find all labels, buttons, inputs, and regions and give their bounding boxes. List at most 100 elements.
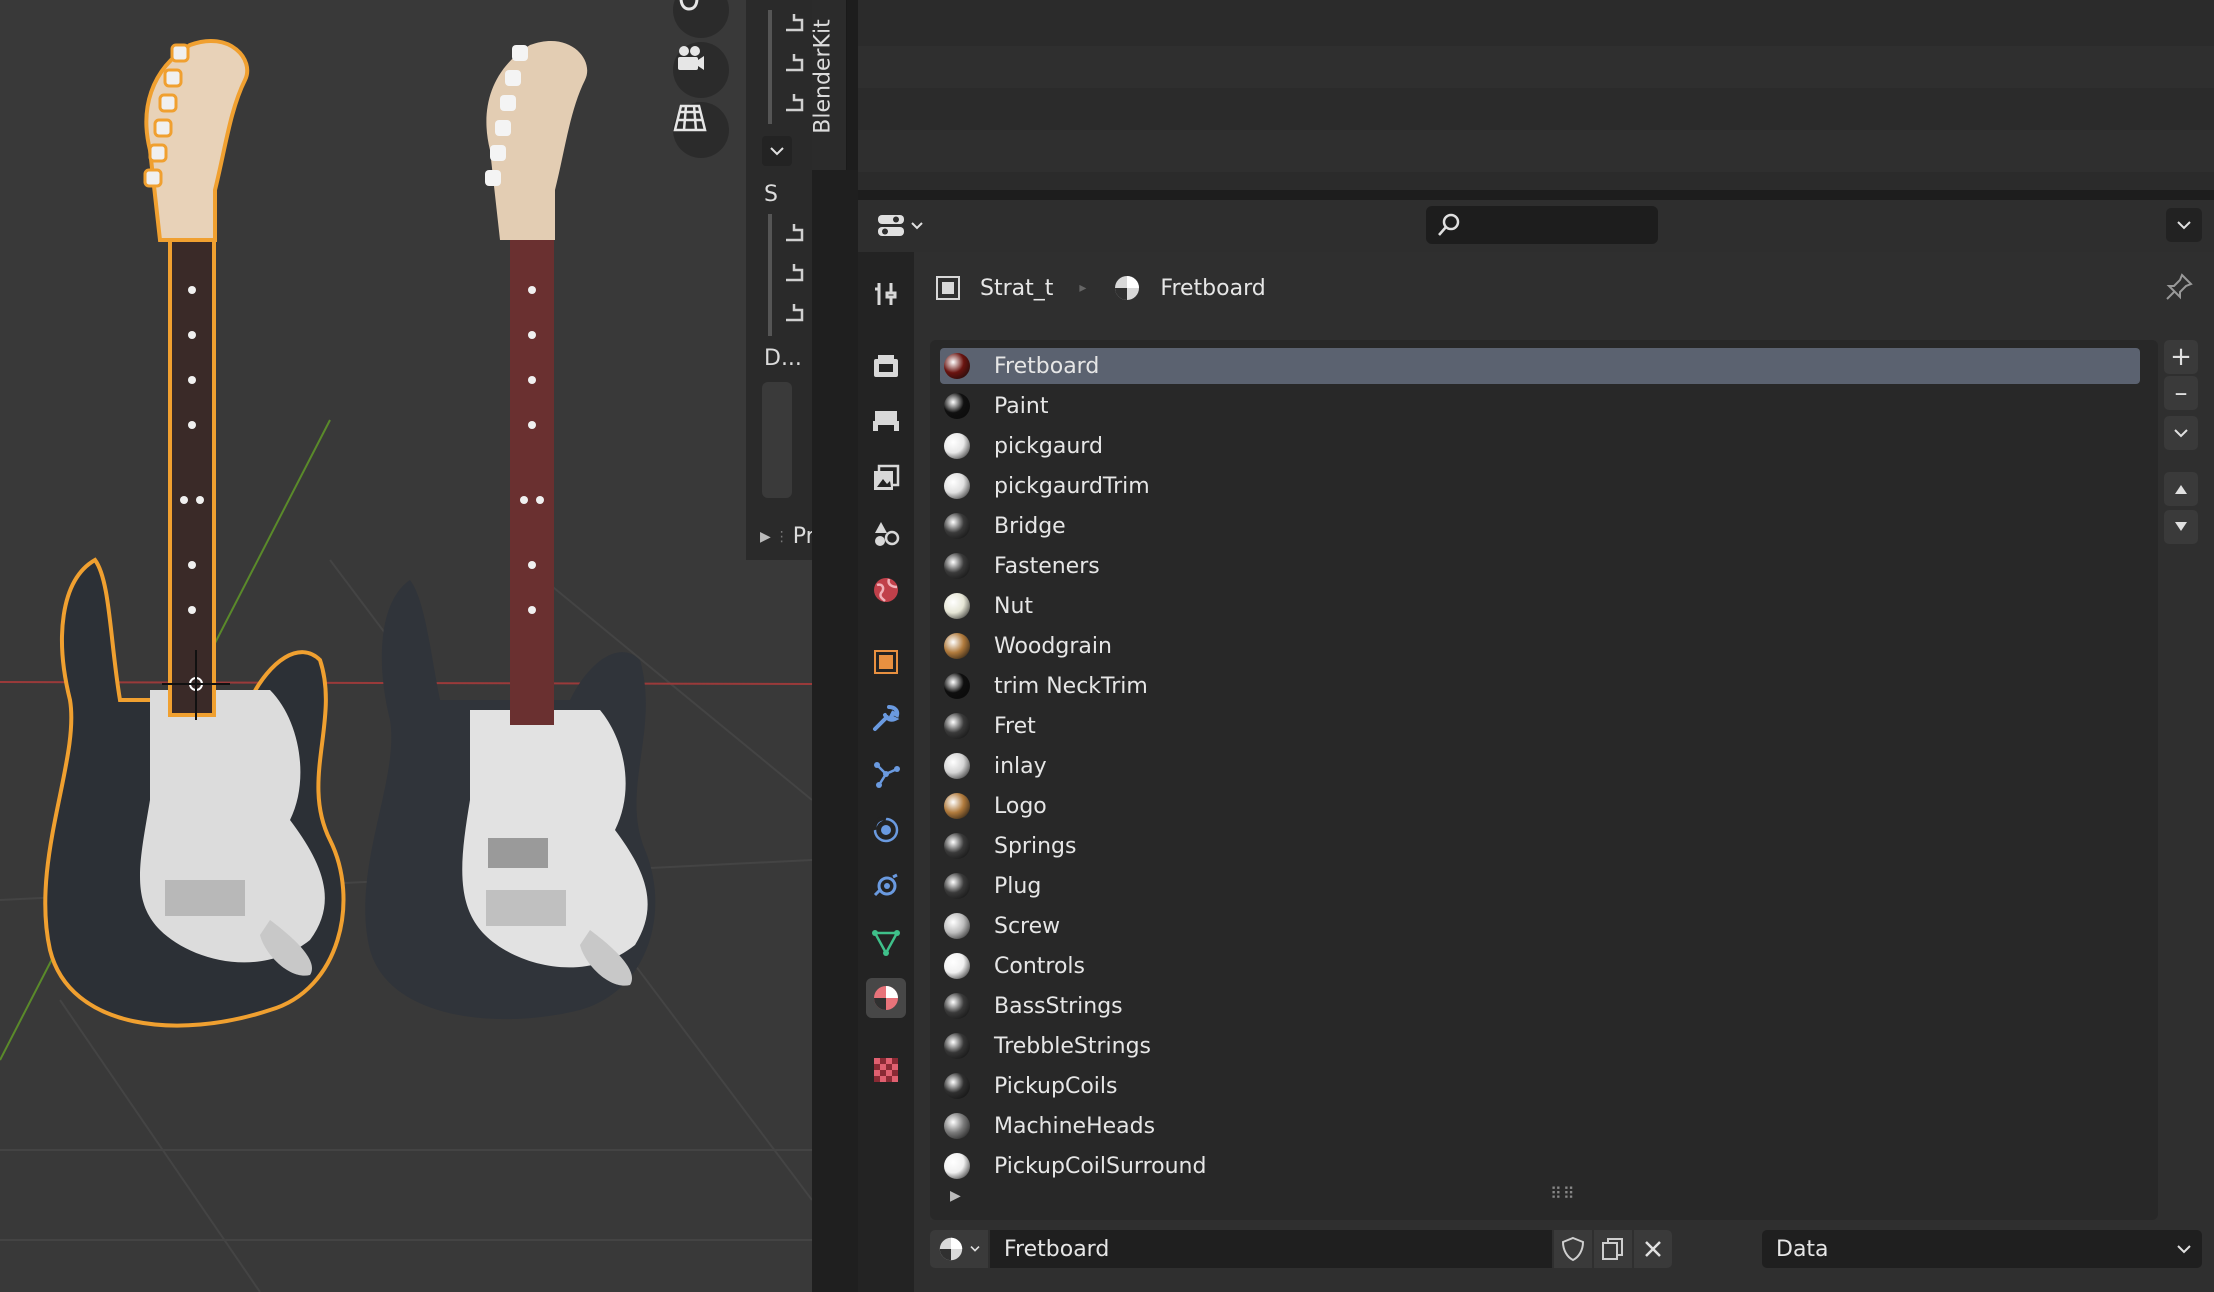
material-slot-label: Controls xyxy=(994,953,1085,979)
editor-type-button[interactable] xyxy=(876,208,928,244)
world-icon[interactable] xyxy=(866,570,906,610)
material-preview-icon xyxy=(944,433,970,459)
material-preview-icon xyxy=(944,593,970,619)
properties-editor-icon xyxy=(878,215,904,236)
remove-slot-button[interactable]: – xyxy=(2164,376,2198,410)
material-slot-label: Logo xyxy=(994,793,1047,819)
material-slot-row[interactable]: Fasteners xyxy=(940,548,2140,584)
material-slot-row[interactable]: pickgaurd xyxy=(940,428,2140,464)
timeline-row xyxy=(858,46,2214,88)
material-slot-row[interactable]: Paint xyxy=(940,388,2140,424)
chevron-down-icon xyxy=(2177,221,2191,230)
material-slot-label: PickupCoilSurround xyxy=(994,1153,1207,1179)
blenderkit-tab[interactable]: BlenderKit xyxy=(811,0,847,170)
material-preview-icon xyxy=(944,353,970,379)
breadcrumb-object-label: Strat_t xyxy=(980,275,1054,301)
browse-material-button[interactable] xyxy=(930,1230,988,1268)
modifier-icon[interactable] xyxy=(866,698,906,738)
material-preview-icon xyxy=(944,833,970,859)
properties-tab-bar xyxy=(858,252,914,1292)
material-slot-row[interactable]: PickupCoils xyxy=(940,1068,2140,1104)
area-gutter xyxy=(812,170,858,1292)
3d-viewport[interactable] xyxy=(0,0,812,1292)
view-layer-icon[interactable] xyxy=(866,458,906,498)
close-icon xyxy=(1645,1241,1661,1257)
material-slot-row[interactable]: Screw xyxy=(940,908,2140,944)
material-slot-row[interactable]: Logo xyxy=(940,788,2140,824)
material-preview-icon xyxy=(944,1113,970,1139)
material-slot-row[interactable]: TrebbleStrings xyxy=(940,1028,2140,1064)
header-options-button[interactable] xyxy=(2166,208,2202,242)
triangle-right-icon[interactable]: ▶ xyxy=(950,1188,961,1204)
material-slot-row[interactable]: pickgaurdTrim xyxy=(940,468,2140,504)
chevron-down-icon[interactable] xyxy=(762,136,792,166)
object-data-icon[interactable] xyxy=(866,922,906,962)
material-slot-row[interactable]: Springs xyxy=(940,828,2140,864)
guitar-selected xyxy=(43,38,346,1028)
breadcrumb: Strat_t ▸ Fretboard xyxy=(934,264,1266,312)
fake-user-button[interactable] xyxy=(1554,1230,1592,1268)
texture-icon[interactable] xyxy=(866,1050,906,1090)
material-slot-label: PickupCoils xyxy=(994,1073,1118,1099)
physics-icon[interactable] xyxy=(866,810,906,850)
material-slot-label: Fretboard xyxy=(994,353,1100,379)
viewport-scene xyxy=(0,38,812,1292)
material-slot-row[interactable]: trim NeckTrim xyxy=(940,668,2140,704)
material-slot-label: inlay xyxy=(994,753,1047,779)
object-icon xyxy=(936,276,960,300)
material-slot-row[interactable]: Controls xyxy=(940,948,2140,984)
material-slot-row[interactable]: Nut xyxy=(940,588,2140,624)
camera-icon[interactable] xyxy=(673,42,729,98)
material-slot-label: Fasteners xyxy=(994,553,1100,579)
material-icon xyxy=(1115,276,1140,300)
render-icon[interactable] xyxy=(866,346,906,386)
breadcrumb-object[interactable]: Strat_t xyxy=(934,274,1053,302)
constraints-icon[interactable] xyxy=(866,866,906,906)
timeline-area[interactable] xyxy=(858,0,2214,190)
timeline-row xyxy=(858,130,2214,172)
link-mode-select[interactable]: Data xyxy=(1762,1230,2202,1268)
material-preview-icon xyxy=(944,793,970,819)
material-datablock-row: Fretboard Data xyxy=(930,1230,2214,1270)
output-icon[interactable] xyxy=(866,402,906,442)
material-slot-row[interactable]: Fretboard xyxy=(940,348,2140,384)
material-slot-row[interactable]: Bridge xyxy=(940,508,2140,544)
object-icon[interactable] xyxy=(866,642,906,682)
list-resize-handle-icon[interactable]: ⠿⠿ xyxy=(1550,1184,1575,1203)
material-slot-label: BassStrings xyxy=(994,993,1123,1019)
properties-header xyxy=(858,200,2214,252)
tool-icon[interactable] xyxy=(866,274,906,314)
drag-handle-icon: ⋮ xyxy=(774,528,789,545)
pin-icon[interactable] xyxy=(2164,272,2194,302)
move-slot-down-button[interactable] xyxy=(2164,510,2198,544)
material-slot-row[interactable]: Plug xyxy=(940,868,2140,904)
unlink-material-button[interactable] xyxy=(1634,1230,1672,1268)
material-slot-row[interactable]: inlay xyxy=(940,748,2140,784)
material-slot-list[interactable]: Fretboard Paint pickgaurd pickgaurdTrim Brid… xyxy=(930,340,2158,1220)
material-preview-icon xyxy=(944,1033,970,1059)
material-name-field[interactable]: Fretboard xyxy=(990,1230,1552,1268)
breadcrumb-material[interactable]: Fretboard xyxy=(1112,273,1266,303)
material-slot-label: Springs xyxy=(994,833,1077,859)
material-slot-label: Plug xyxy=(994,873,1042,899)
material-icon[interactable] xyxy=(866,978,906,1018)
material-slot-row[interactable]: BassStrings xyxy=(940,988,2140,1024)
material-slot-row[interactable]: Fret xyxy=(940,708,2140,744)
grid-icon[interactable] xyxy=(673,102,729,158)
particles-icon[interactable] xyxy=(866,754,906,794)
material-slot-label: Paint xyxy=(994,393,1049,419)
search-input[interactable] xyxy=(1426,206,1658,244)
move-slot-up-button[interactable] xyxy=(2164,472,2198,506)
material-preview-icon xyxy=(944,633,970,659)
chevron-down-icon xyxy=(911,222,923,230)
material-slot-row[interactable]: Woodgrain xyxy=(940,628,2140,664)
add-slot-button[interactable]: + xyxy=(2164,340,2198,374)
material-slot-row[interactable]: MachineHeads xyxy=(940,1108,2140,1144)
scene-icon[interactable] xyxy=(866,514,906,554)
material-slot-row[interactable]: PickupCoilSurround xyxy=(940,1148,2140,1184)
guitar-unselected xyxy=(365,40,656,1020)
slot-specials-button[interactable] xyxy=(2164,416,2198,450)
material-slot-label: pickgaurdTrim xyxy=(994,473,1150,499)
duplicate-material-button[interactable] xyxy=(1594,1230,1632,1268)
panel-expander[interactable]: ▶ ⋮ Pr xyxy=(760,524,815,549)
